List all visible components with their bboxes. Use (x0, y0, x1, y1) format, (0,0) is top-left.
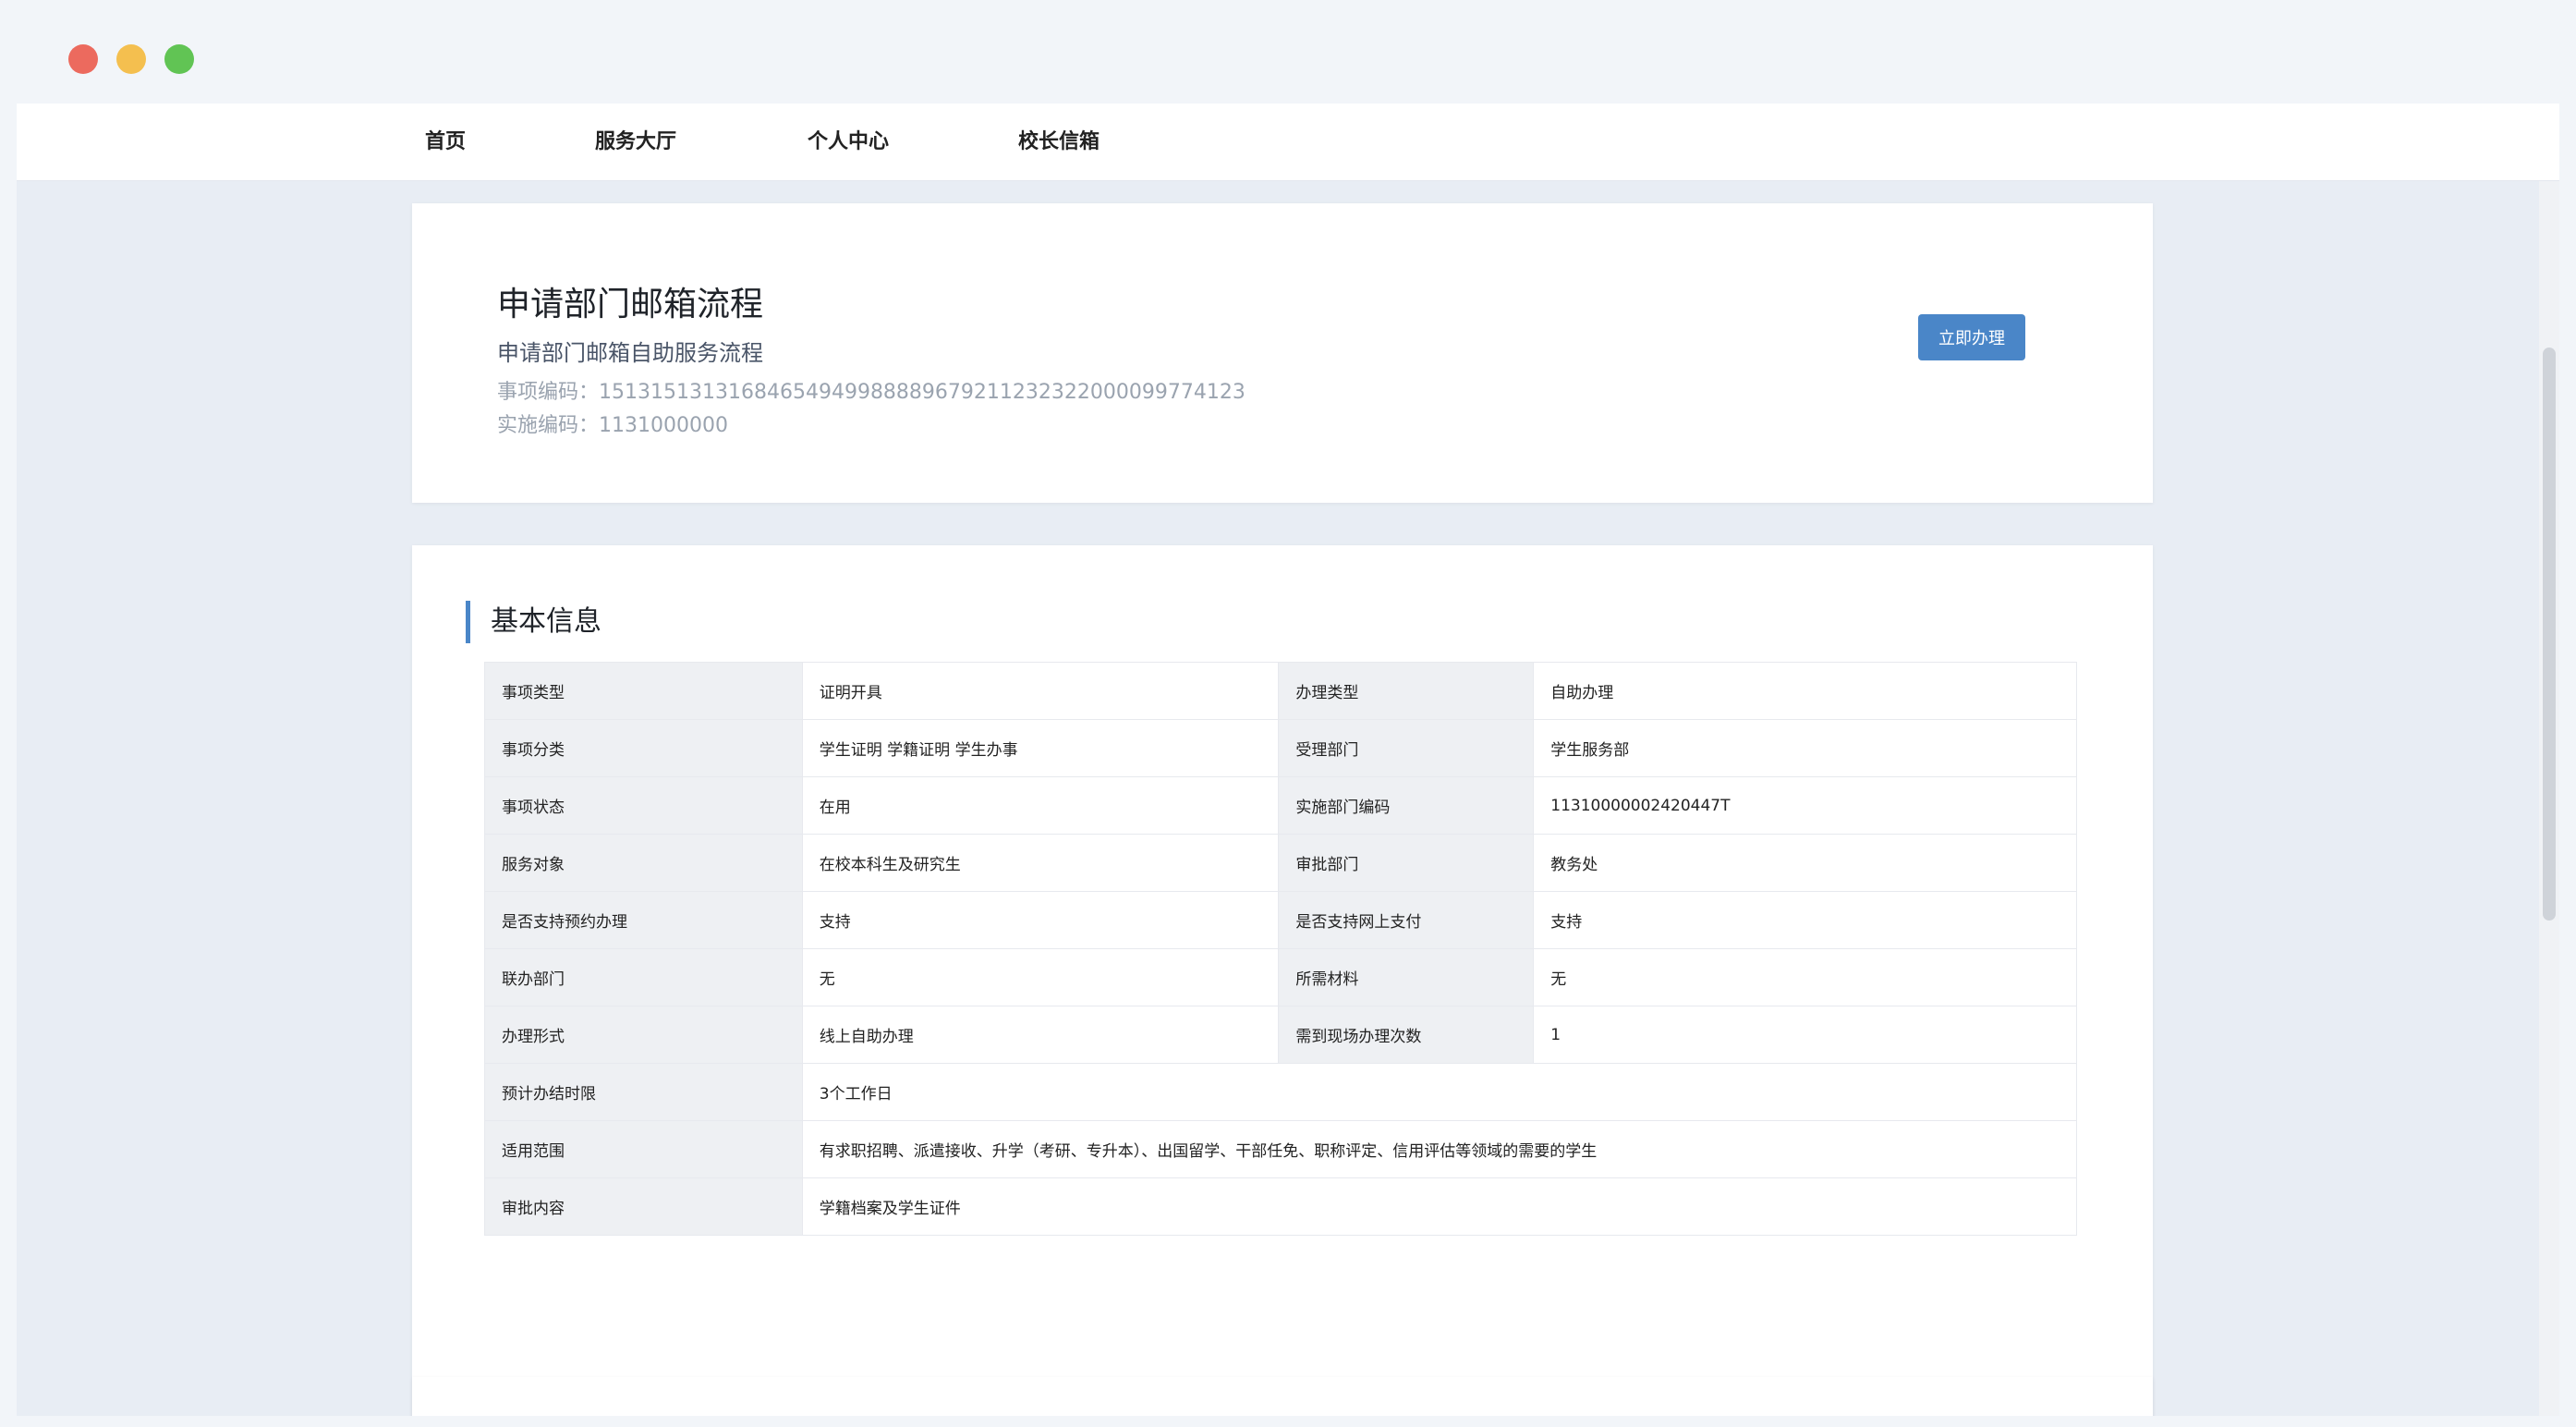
field-value: 1 (1533, 1006, 2077, 1064)
field-label: 办理类型 (1278, 662, 1535, 720)
next-section-card (412, 1377, 2153, 1416)
field-value: 教务处 (1533, 834, 2077, 892)
table-row: 是否支持预约办理 支持 是否支持网上支付 支持 (484, 891, 2077, 949)
field-value: 在用 (801, 776, 1280, 835)
table-row: 审批内容 学籍档案及学生证件 (484, 1177, 2078, 1236)
table-row: 事项类型 证明开具 办理类型 自助办理 (484, 662, 2077, 720)
field-label: 预计办结时限 (484, 1063, 803, 1121)
implementation-code: 实施编码：1131000000 (497, 414, 728, 437)
field-label: 联办部门 (484, 948, 803, 1006)
field-value: 学生证明 学籍证明 学生办事 (801, 719, 1280, 777)
field-label: 是否支持预约办理 (484, 891, 803, 949)
apply-now-button[interactable]: 立即办理 (1918, 314, 2025, 360)
field-label: 事项分类 (484, 719, 803, 777)
vertical-scrollbar[interactable] (2539, 181, 2559, 1416)
service-header-card: 申请部门邮箱流程 申请部门邮箱自助服务流程 事项编码：1513151313168… (412, 203, 2153, 503)
field-label: 所需材料 (1278, 948, 1535, 1006)
table-row: 联办部门 无 所需材料 无 (484, 948, 2077, 1006)
top-navbar: 首页 服务大厅 个人中心 校长信箱 (17, 104, 2559, 181)
table-row: 服务对象 在校本科生及研究生 审批部门 教务处 (484, 834, 2077, 892)
field-value: 无 (1533, 948, 2077, 1006)
table-row: 事项分类 学生证明 学籍证明 学生办事 受理部门 学生服务部 (484, 719, 2077, 777)
field-value: 证明开具 (801, 662, 1280, 720)
nav-service-hall[interactable]: 服务大厅 (595, 104, 676, 181)
nav-principal-mailbox[interactable]: 校长信箱 (1018, 104, 1100, 181)
browser-window: 首页 服务大厅 个人中心 校长信箱 申请部门邮箱流程 申请部门邮箱自助服务流程 … (0, 0, 2576, 1427)
table-row: 适用范围 有求职招聘、派遣接收、升学（考研、专升本）、出国留学、干部任免、职称评… (484, 1120, 2078, 1178)
page-viewport: 首页 服务大厅 个人中心 校长信箱 申请部门邮箱流程 申请部门邮箱自助服务流程 … (17, 104, 2559, 1416)
field-label: 审批部门 (1278, 834, 1535, 892)
basic-info-card: 基本信息 事项类型 证明开具 办理类型 自助办理 事项分类 学生证明 学籍证明 … (412, 545, 2153, 1416)
scrollbar-thumb[interactable] (2543, 348, 2556, 921)
minimize-window-button[interactable] (116, 44, 146, 74)
table-row: 事项状态 在用 实施部门编码 11310000002420447T (484, 776, 2077, 835)
nav-home[interactable]: 首页 (425, 104, 466, 181)
field-label: 是否支持网上支付 (1278, 891, 1535, 949)
field-label: 适用范围 (484, 1120, 803, 1178)
page-title: 申请部门邮箱流程 (497, 286, 764, 323)
window-controls (68, 44, 194, 74)
table-row: 办理形式 线上自助办理 需到现场办理次数 1 (484, 1006, 2077, 1064)
field-value: 有求职招聘、派遣接收、升学（考研、专升本）、出国留学、干部任免、职称评定、信用评… (801, 1120, 2078, 1178)
field-label: 办理形式 (484, 1006, 803, 1064)
field-value: 支持 (801, 891, 1280, 949)
field-value: 支持 (1533, 891, 2077, 949)
field-label: 服务对象 (484, 834, 803, 892)
field-label: 受理部门 (1278, 719, 1535, 777)
field-value: 学籍档案及学生证件 (801, 1177, 2078, 1236)
close-window-button[interactable] (68, 44, 98, 74)
field-value: 自助办理 (1533, 662, 2077, 720)
field-value: 学生服务部 (1533, 719, 2077, 777)
page-subtitle: 申请部门邮箱自助服务流程 (497, 340, 763, 366)
table-row: 预计办结时限 3个工作日 (484, 1063, 2078, 1121)
basic-info-table: 事项类型 证明开具 办理类型 自助办理 事项分类 学生证明 学籍证明 学生办事 … (484, 662, 2078, 1236)
field-label: 需到现场办理次数 (1278, 1006, 1535, 1064)
maximize-window-button[interactable] (164, 44, 194, 74)
field-value: 线上自助办理 (801, 1006, 1280, 1064)
field-value: 3个工作日 (801, 1063, 2078, 1121)
item-code: 事项编码：15131513131684654949988889679211232… (497, 381, 1245, 404)
field-label: 审批内容 (484, 1177, 803, 1236)
field-value: 在校本科生及研究生 (801, 834, 1280, 892)
field-label: 实施部门编码 (1278, 776, 1535, 835)
field-value: 11310000002420447T (1533, 776, 2077, 835)
field-value: 无 (801, 948, 1280, 1006)
section-title: 基本信息 (466, 601, 601, 643)
field-label: 事项类型 (484, 662, 803, 720)
field-label: 事项状态 (484, 776, 803, 835)
nav-personal-center[interactable]: 个人中心 (808, 104, 889, 181)
